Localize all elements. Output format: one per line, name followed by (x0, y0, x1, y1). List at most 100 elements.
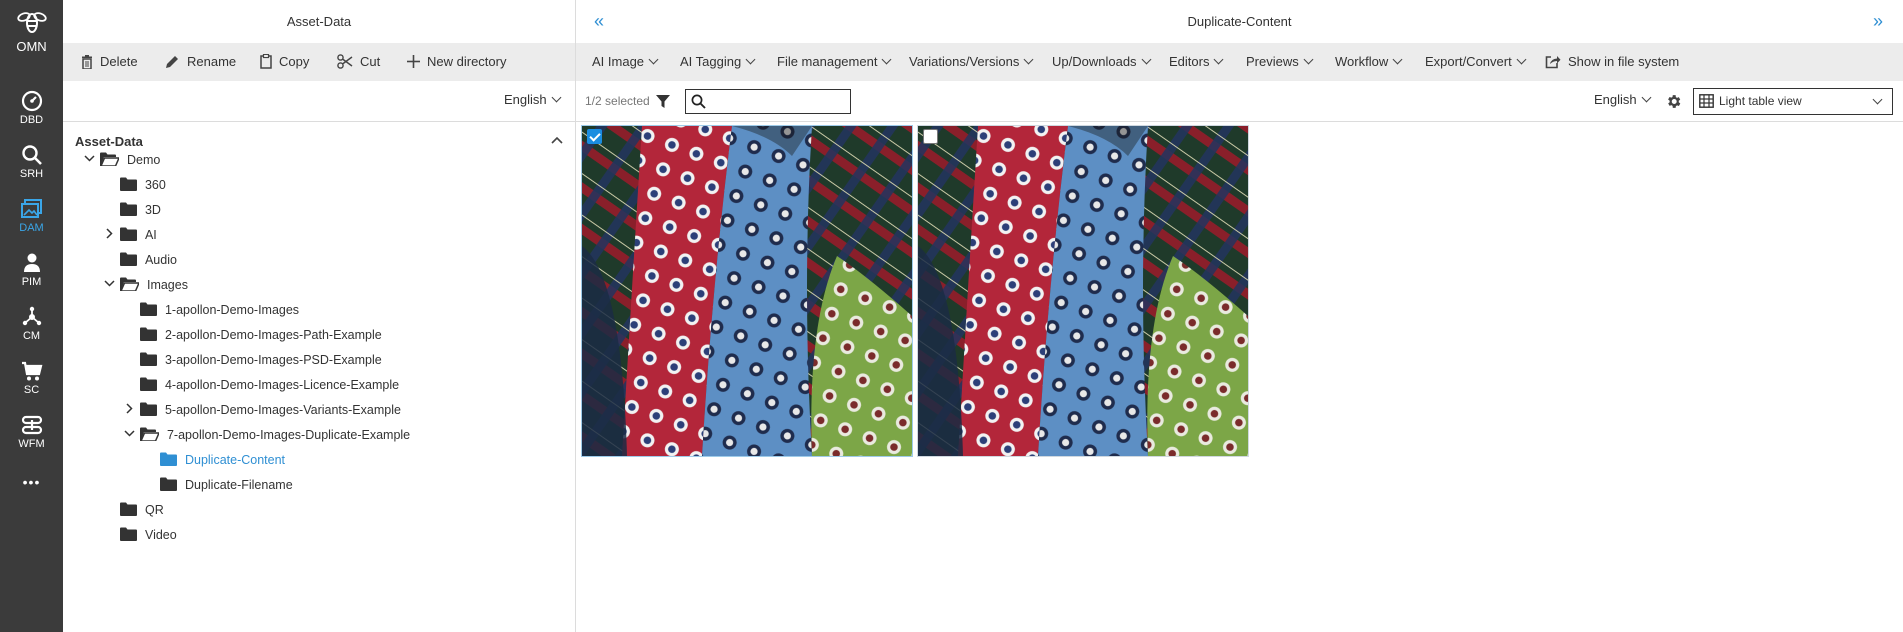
search-icon (21, 145, 42, 165)
collapse-chevron-up-icon[interactable] (551, 136, 563, 144)
tree-node[interactable]: Duplicate-Filename (141, 474, 293, 496)
menu-previews-label: Previews (1246, 54, 1299, 69)
search-input[interactable] (712, 92, 848, 111)
collapsed-chevron-icon (105, 228, 113, 239)
tree-node-label: 7-apollon-Demo-Images-Duplicate-Example (166, 428, 411, 442)
tree-node[interactable]: Images (101, 274, 188, 296)
menu-export-convert-label: Export/Convert (1425, 54, 1512, 69)
rail-item-sc[interactable]: SC (0, 360, 63, 410)
cut-button[interactable]: Cut (337, 43, 380, 81)
tree-node[interactable]: 3D (101, 199, 161, 221)
tree-node-label: 5-apollon-Demo-Images-Variants-Example (164, 403, 401, 417)
menu-variations-versions[interactable]: Variations/Versions (909, 43, 1034, 81)
tree-node[interactable]: 5-apollon-Demo-Images-Variants-Example (121, 399, 401, 421)
chevron-down-icon (648, 54, 659, 65)
expanded-chevron-icon (103, 280, 115, 287)
rail-item-search[interactable]: SRH (0, 144, 63, 194)
menu-up-downloads[interactable]: Up/Downloads (1052, 43, 1151, 81)
new-directory-button[interactable]: New directory (407, 43, 506, 81)
filter-funnel-icon[interactable] (656, 95, 670, 109)
tree-node-label: Demo (126, 153, 161, 167)
expanded-chevron-icon (83, 155, 95, 162)
select-checkbox[interactable] (587, 129, 602, 144)
folder-icon (140, 327, 158, 341)
rail-label-srh: SRH (19, 168, 44, 180)
tree-node[interactable]: Video (101, 524, 177, 546)
rail-item-cm[interactable]: CM (0, 306, 63, 356)
menu-export-convert[interactable]: Export/Convert (1425, 43, 1527, 81)
menu-file-management[interactable]: File management (777, 43, 892, 81)
copy-button[interactable]: Copy (260, 43, 309, 81)
menu-ai-image-label: AI Image (592, 54, 645, 69)
shopping-cart-icon (21, 361, 42, 381)
tree-node[interactable]: 2-apollon-Demo-Images-Path-Example (121, 324, 382, 346)
folder-icon (140, 352, 158, 366)
copy-label: Copy (279, 54, 310, 69)
app-logo[interactable]: OMN (0, 10, 63, 62)
tree-toggle[interactable] (121, 399, 137, 421)
tree-node[interactable]: Duplicate-Content (141, 449, 285, 471)
trash-icon (82, 54, 92, 70)
expand-right-double-chevron-icon[interactable]: » (1873, 12, 1883, 30)
show-in-file-system-button[interactable]: Show in file system (1545, 43, 1679, 81)
rename-button[interactable]: Rename (165, 43, 236, 81)
menu-editors[interactable]: Editors (1169, 43, 1224, 81)
tree-node[interactable]: Audio (101, 249, 177, 271)
rail-item-dashboard[interactable]: DBD (0, 90, 63, 140)
menu-ai-tagging[interactable]: AI Tagging (680, 43, 756, 81)
asset-thumbnail[interactable] (581, 125, 913, 457)
chevron-down-icon (1023, 54, 1034, 65)
left-language-value: English (504, 92, 547, 107)
rail-item-wfm[interactable]: WFM (0, 414, 63, 464)
tree-node[interactable]: 3-apollon-Demo-Images-PSD-Example (121, 349, 382, 371)
tree-toggle[interactable] (101, 224, 117, 246)
tree-node-label: 360 (144, 178, 166, 192)
folder-open-icon (140, 427, 161, 442)
delete-button[interactable]: Delete (81, 43, 138, 81)
tree-toggle[interactable] (121, 424, 137, 446)
tree-node[interactable]: Demo (81, 149, 160, 171)
left-language-select[interactable]: English (504, 92, 562, 107)
menu-previews[interactable]: Previews (1246, 43, 1314, 81)
folder-icon (120, 227, 138, 241)
folder-icon (120, 202, 138, 216)
tree-node[interactable]: 4-apollon-Demo-Images-Licence-Example (121, 374, 399, 396)
tree-node-label: Duplicate-Content (184, 453, 286, 467)
menu-workflow-label: Workflow (1335, 54, 1389, 69)
rail-item-pim[interactable]: PIM (0, 252, 63, 302)
tree-node-label: 2-apollon-Demo-Images-Path-Example (164, 328, 382, 342)
menu-workflow[interactable]: Workflow (1335, 43, 1403, 81)
tree-node-label: 3D (144, 203, 161, 217)
tree-title: Asset-Data (75, 134, 143, 149)
tree-node[interactable]: 1-apollon-Demo-Images (121, 299, 299, 321)
menu-ai-image[interactable]: AI Image (592, 43, 659, 81)
folder-toolbar: Delete Rename Copy Cut New directory (63, 43, 575, 81)
network-icon (22, 306, 41, 326)
cut-label: Cut (360, 54, 381, 69)
ties-image (582, 126, 912, 456)
images-icon (20, 199, 42, 218)
folder-open-icon (100, 152, 121, 167)
tree-toggle[interactable] (81, 149, 97, 171)
tree-node[interactable]: QR (101, 499, 164, 521)
right-language-value: English (1594, 92, 1637, 107)
view-mode-select[interactable]: Light table view (1693, 88, 1893, 115)
rail-item-dam[interactable]: DAM (0, 198, 63, 248)
tree-toggle[interactable] (101, 274, 117, 296)
tree-node-label: Audio (144, 253, 177, 267)
folder-panel: Asset-Data Delete Rename Copy Cut New di… (63, 0, 576, 632)
more-button[interactable]: ••• (0, 474, 63, 498)
folder-icon (120, 527, 138, 541)
asset-thumbnail[interactable] (917, 125, 1249, 457)
settings-gear-icon[interactable] (1665, 93, 1682, 110)
tree-node-label: Video (144, 528, 177, 542)
search-box (685, 89, 851, 114)
right-language-select[interactable]: English (1594, 92, 1652, 107)
ties-image (918, 126, 1248, 456)
tree-node[interactable]: AI (101, 224, 157, 246)
tree-node[interactable]: 360 (101, 174, 166, 196)
tree-node[interactable]: 7-apollon-Demo-Images-Duplicate-Example (121, 424, 410, 446)
rail-label-dam: DAM (19, 222, 44, 234)
menu-editors-label: Editors (1169, 54, 1210, 69)
select-checkbox[interactable] (923, 129, 938, 144)
